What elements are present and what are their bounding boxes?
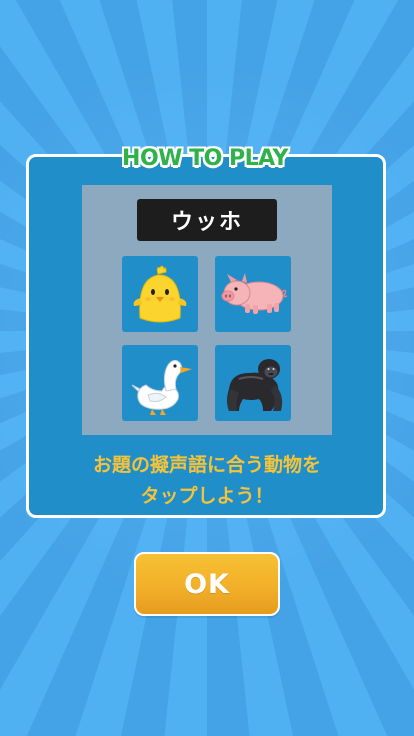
gorilla-icon — [227, 359, 283, 411]
ok-button-label: OK — [184, 568, 230, 600]
pig-icon — [221, 273, 288, 314]
ok-button[interactable]: OK — [134, 552, 280, 616]
choice-tile-gorilla[interactable] — [215, 345, 291, 421]
chick-icon — [133, 265, 187, 323]
choice-tile-chick[interactable] — [122, 256, 198, 332]
prompt-word: ウッホ — [170, 210, 243, 235]
choice-tile-pig[interactable] — [215, 256, 291, 332]
how-to-play-title-text: HOW TO PLAY — [121, 145, 289, 172]
duck-icon — [131, 359, 192, 415]
prompt-word-box: ウッホ — [137, 199, 277, 241]
instruction-line-2: タップしよう！ — [140, 485, 274, 507]
choice-tile-duck[interactable] — [122, 345, 198, 421]
instruction-line-1: お題の擬声語に合う動物を — [92, 454, 321, 476]
how-to-play-title: HOW TO PLAY — [105, 142, 305, 174]
instructions-text: お題の擬声語に合う動物を タップしよう！ — [40, 450, 374, 512]
